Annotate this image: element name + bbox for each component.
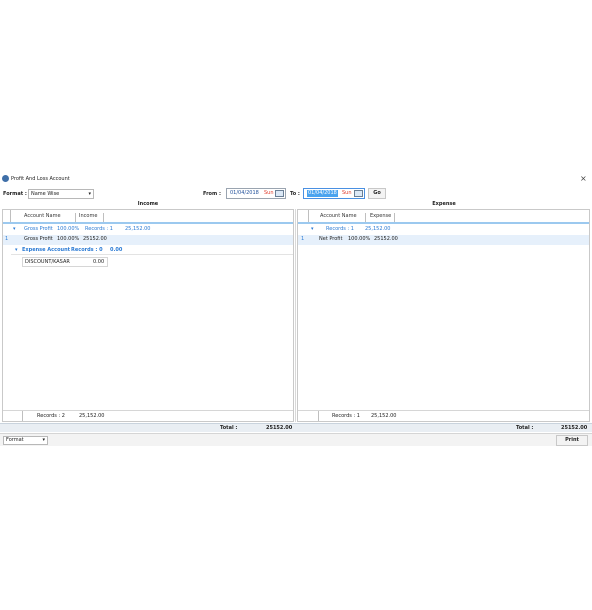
report-format-dropdown[interactable]: Format ▾ (3, 436, 48, 445)
expense-grid: Account Name Expense ▾ Records : 1 25,15… (297, 209, 590, 422)
app-icon (2, 175, 9, 182)
from-date-picker[interactable]: 01/04/2018 Sun (226, 188, 286, 199)
group-total: 25,152.00 (125, 226, 151, 232)
income-records-count: Records : 2 (37, 413, 65, 419)
income-total-value: 25152.00 (266, 425, 293, 431)
cell-percent: 100.00% (348, 236, 371, 242)
column-header-expense[interactable]: Expense (368, 213, 395, 222)
format-dropdown[interactable]: Name Wise ▾ (28, 189, 94, 199)
from-label: From : (203, 191, 221, 197)
totals-bar: Total : 25152.00 Total : 25152.00 (0, 423, 592, 432)
window-title: Profit And Loss Account (11, 176, 70, 182)
calendar-icon[interactable] (354, 190, 363, 197)
expense-group-row[interactable]: ▾ Records : 1 25,152.00 (298, 225, 589, 234)
column-header-income[interactable]: Income (77, 213, 104, 222)
table-row[interactable]: 1 Net Profit 100.00% 25152.00 (298, 235, 589, 245)
table-row[interactable]: 1 Gross Profit 100.00% 25152.00 (3, 235, 293, 245)
group-records: Records : 1 (326, 226, 354, 232)
to-date-picker[interactable]: 01/04/2018 Sun (303, 188, 365, 199)
row-indicator: 1 (5, 236, 9, 242)
table-row[interactable]: DISCOUNT/KASAR 0.00 (22, 257, 108, 267)
from-day-value: Sun (264, 190, 274, 196)
go-button[interactable]: Go (368, 188, 386, 199)
income-title: Income (137, 201, 159, 207)
cell-percent: 100.00% (57, 236, 80, 242)
income-group-row[interactable]: ▾ Gross Profit 100.00% Records : 1 25,15… (3, 225, 293, 234)
group-label: Gross Profit (24, 226, 53, 232)
column-header-account-name[interactable]: Account Name (318, 213, 366, 222)
cell-account-name: Gross Profit (24, 236, 53, 242)
row-indicator: 1 (301, 236, 305, 242)
to-day-value: Sun (342, 190, 352, 196)
expense-account-group-row[interactable]: ▾ Expense Account Records : 0 0.00 (11, 246, 293, 255)
cell-account-name: Net Profit (319, 236, 343, 242)
expense-summary-total: 25,152.00 (371, 413, 397, 419)
format-dropdown-value: Name Wise (31, 191, 60, 197)
chevron-down-icon: ▾ (88, 191, 91, 197)
to-label: To : (290, 191, 300, 197)
income-header-row: Account Name Income (3, 210, 293, 224)
expense-title: Expense (432, 201, 456, 207)
from-date-value: 01/04/2018 (230, 190, 259, 196)
collapse-icon[interactable]: ▾ (15, 247, 18, 254)
close-icon[interactable]: × (580, 174, 587, 184)
group-percent: 100.00% (57, 226, 80, 232)
income-summary-total: 25,152.00 (79, 413, 105, 419)
income-grid: Account Name Income ▾ Gross Profit 100.0… (2, 209, 294, 422)
income-total-label: Total : (220, 425, 238, 431)
income-summary-row: Records : 2 25,152.00 (3, 410, 293, 421)
to-date-value: 01/04/2018 (307, 190, 338, 197)
print-button[interactable]: Print (556, 435, 588, 446)
cell-account-name: DISCOUNT/KASAR (25, 259, 70, 265)
collapse-icon[interactable]: ▾ (311, 226, 314, 233)
collapse-icon[interactable]: ▾ (13, 226, 16, 233)
chevron-down-icon: ▾ (42, 437, 45, 443)
expense-header-row: Account Name Expense (298, 210, 589, 224)
cell-amount: 25152.00 (374, 236, 398, 242)
group-records: Records : 1 (85, 226, 113, 232)
bottom-bar: Format ▾ Print (0, 433, 592, 446)
expense-summary-row: Records : 1 25,152.00 (298, 410, 589, 421)
format-label: Format : (3, 191, 27, 197)
group-total: 25,152.00 (365, 226, 391, 232)
group-total: 0.00 (110, 247, 123, 253)
cell-amount: 0.00 (93, 259, 105, 265)
cell-amount: 25152.00 (83, 236, 107, 242)
profit-loss-window: Profit And Loss Account × Format : Name … (0, 172, 592, 448)
expense-total-label: Total : (516, 425, 534, 431)
column-header-account-name[interactable]: Account Name (22, 213, 76, 222)
expense-records-count: Records : 1 (332, 413, 360, 419)
group-records: Records : 0 (71, 247, 103, 253)
panel-splitter[interactable] (295, 209, 296, 422)
report-format-value: Format (6, 437, 24, 443)
group-label: Expense Account (22, 247, 71, 253)
expense-total-value: 25152.00 (561, 425, 588, 431)
calendar-icon[interactable] (275, 190, 284, 197)
